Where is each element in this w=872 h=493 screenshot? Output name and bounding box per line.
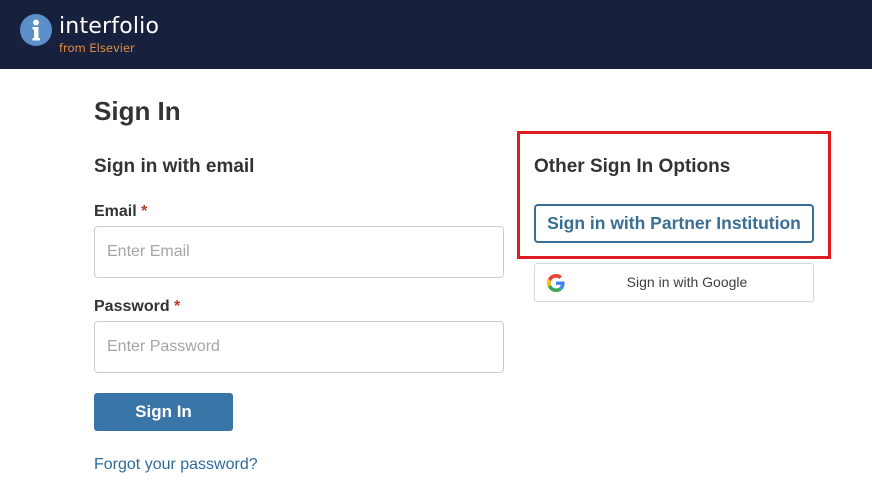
- partner-institution-button[interactable]: Sign in with Partner Institution: [534, 204, 814, 243]
- email-section-title: Sign in with email: [94, 156, 255, 177]
- google-sign-in-button[interactable]: Sign in with Google: [534, 263, 814, 302]
- google-button-label: Sign in with Google: [626, 274, 748, 290]
- email-required-marker: *: [141, 203, 148, 220]
- email-label-text: Email: [94, 203, 137, 220]
- sign-in-button[interactable]: Sign In: [94, 393, 233, 431]
- forgot-password-link[interactable]: Forgot your password?: [94, 455, 258, 475]
- email-label: Email *: [94, 202, 147, 222]
- page-title: Sign In: [94, 96, 181, 126]
- brand-name[interactable]: interfolio: [59, 14, 159, 40]
- password-required-marker: *: [174, 298, 181, 315]
- password-label-text: Password: [94, 298, 170, 315]
- brand-subtitle: from Elsevier: [59, 41, 135, 55]
- other-options-title: Other Sign In Options: [534, 156, 731, 177]
- email-input[interactable]: [94, 226, 504, 278]
- password-label: Password *: [94, 297, 180, 317]
- password-input[interactable]: [94, 321, 504, 373]
- interfolio-logo-icon[interactable]: [19, 13, 53, 47]
- top-header: interfolio from Elsevier: [0, 0, 872, 69]
